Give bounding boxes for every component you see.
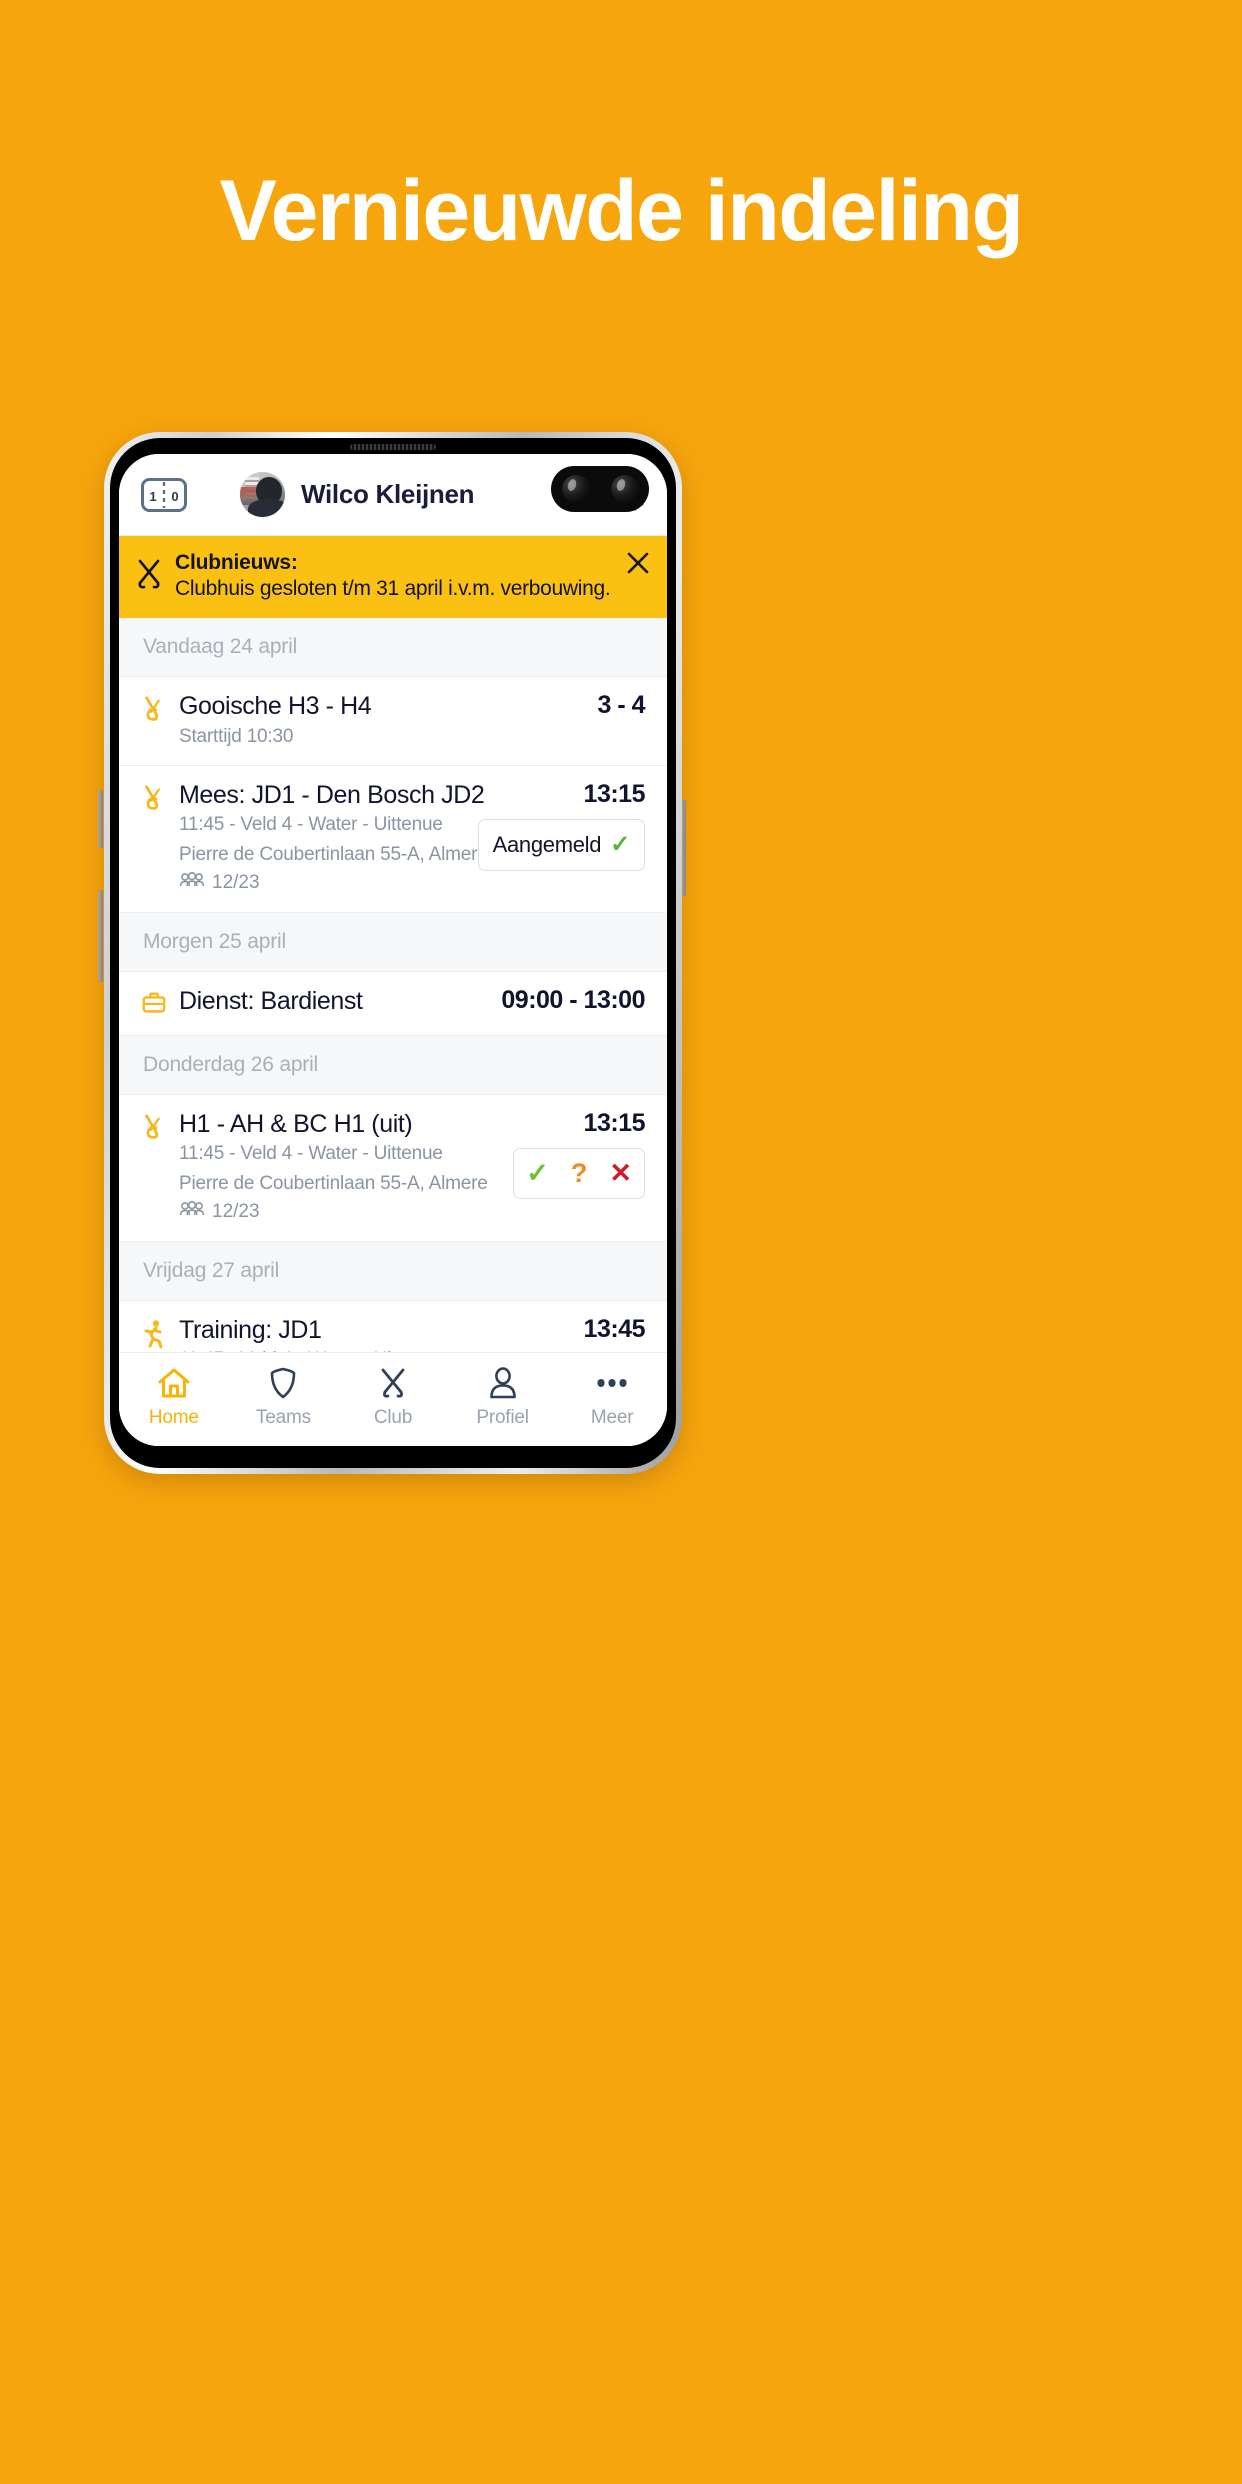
signup-status-button[interactable]: Aangemeld ✓ xyxy=(477,818,645,871)
ellipsis-icon xyxy=(595,1366,629,1400)
home-icon xyxy=(157,1366,191,1400)
agenda-row-main: Gooische H3 - H4 Starttijd 10:30 xyxy=(179,691,527,751)
front-camera-cutout xyxy=(551,466,649,512)
agenda-row-title: Mees: JD1 - Den Bosch JD2 xyxy=(179,780,485,809)
agenda-row[interactable]: Mees: JD1 - Den Bosch JD2 11:45 - Veld 4… xyxy=(119,765,667,913)
event-time: 13:45 xyxy=(583,1314,646,1343)
day-separator: Vandaag 24 april xyxy=(119,618,667,677)
user-name: Wilco Kleijnen xyxy=(301,479,475,509)
club-news-text: Clubnieuws: Clubhuis gesloten t/m 31 apr… xyxy=(175,550,617,601)
tab-meer-label: Meer xyxy=(590,1407,634,1428)
agenda-row-title: H1 - AH & BC H1 (uit) xyxy=(179,1109,413,1138)
agenda-row-subline: 11:45 - Veld 4 - Water - Uittenue xyxy=(179,814,443,836)
poster-canvas: Vernieuwde indeling 1 0 Wilco Kleijnen C… xyxy=(0,0,1242,2484)
day-separator: Vrijdag 27 april xyxy=(119,1241,667,1301)
day-separator: Morgen 25 april xyxy=(119,912,667,972)
crossed-sticks-icon xyxy=(377,1366,409,1400)
phone-button-volume-up xyxy=(98,790,103,848)
phone-screen: 1 0 Wilco Kleijnen Clubnieuws: Clubhuis … xyxy=(119,454,667,1446)
hockey-stick-icon xyxy=(141,691,179,751)
phone-bezel: 1 0 Wilco Kleijnen Clubnieuws: Clubhuis … xyxy=(110,438,676,1468)
tab-home-label: Home xyxy=(148,1407,199,1428)
event-time-range: 09:00 - 13:00 xyxy=(501,985,645,1014)
page-title: Vernieuwde indeling xyxy=(219,163,1025,259)
tab-meer[interactable]: Meer xyxy=(557,1353,667,1442)
tab-profiel-label: Profiel xyxy=(476,1407,529,1428)
tab-teams-label: Teams xyxy=(255,1407,311,1428)
hockey-stick-icon xyxy=(141,1109,179,1227)
app-root: 1 0 Wilco Kleijnen Clubnieuws: Clubhuis … xyxy=(119,454,667,1446)
bottom-navigation: Home Teams Club Profiel Meer xyxy=(119,1352,667,1446)
phone-device: 1 0 Wilco Kleijnen Clubnieuws: Clubhuis … xyxy=(104,432,682,1474)
scoreboard-icon[interactable]: 1 0 xyxy=(141,477,187,512)
agenda-row-right: 3 - 4 xyxy=(527,691,645,751)
agenda-row-main: H1 - AH & BC H1 (uit) 11:45 - Veld 4 - W… xyxy=(179,1109,513,1227)
agenda-row-title: Dienst: Bardienst xyxy=(179,986,363,1015)
available-maybe-icon[interactable]: ? xyxy=(571,1159,588,1187)
agenda-row[interactable]: H1 - AH & BC H1 (uit) 11:45 - Veld 4 - W… xyxy=(119,1094,667,1242)
tab-club[interactable]: Club xyxy=(338,1353,448,1442)
briefcase-icon xyxy=(141,986,179,1021)
earpiece-speaker xyxy=(350,444,436,450)
agenda-row-title: Training: JD1 xyxy=(179,1315,322,1344)
day-separator: Donderdag 26 april xyxy=(119,1035,667,1095)
phone-button-volume-down xyxy=(98,890,103,982)
tab-profiel[interactable]: Profiel xyxy=(448,1353,558,1442)
agenda-row-main: Training: JD1 11:45 - Veld 4 - Water - U… xyxy=(179,1315,478,1352)
agenda-row-subline: Starttijd 10:30 xyxy=(179,725,294,747)
check-icon: ✓ xyxy=(610,830,630,858)
club-news-title: Clubnieuws: xyxy=(175,551,298,575)
hockey-stick-icon xyxy=(141,780,179,898)
club-news-body: Clubhuis gesloten t/m 31 april i.v.m. ve… xyxy=(175,577,611,600)
agenda-row-subline: 11:45 - Veld 4 - Water - Uittenue xyxy=(179,1345,470,1352)
agenda-row[interactable]: Dienst: Bardienst 09:00 - 13:00 xyxy=(119,971,667,1036)
attendance-group: 12/23 xyxy=(179,869,470,898)
agenda-row-main: Mees: JD1 - Den Bosch JD2 11:45 - Veld 4… xyxy=(179,780,488,898)
agenda-row[interactable]: Training: JD1 11:45 - Veld 4 - Water - U… xyxy=(119,1300,667,1352)
match-score: 3 - 4 xyxy=(597,691,645,719)
tab-home[interactable]: Home xyxy=(119,1353,229,1442)
person-icon xyxy=(488,1366,518,1400)
people-icon xyxy=(179,1198,205,1227)
availability-choice-group[interactable]: ✓ ? ✕ xyxy=(513,1147,645,1199)
agenda-row-title: Gooische H3 - H4 xyxy=(179,692,372,720)
agenda-row-subline: Pierre de Coubertinlaan 55-A, Almere xyxy=(179,843,488,865)
shield-icon xyxy=(268,1366,298,1400)
attendance-group: 12/23 xyxy=(179,1198,505,1227)
people-icon xyxy=(179,869,205,898)
attendance-count: 12/23 xyxy=(212,1201,260,1223)
agenda-row-right: 13:45 Aangemeld ✓ xyxy=(478,1314,646,1352)
camera-lens-2 xyxy=(610,475,639,503)
agenda-row-subline: 11:45 - Veld 4 - Water - Uittenue xyxy=(179,1143,443,1165)
svg-text:1: 1 xyxy=(149,489,156,504)
avatar[interactable] xyxy=(240,472,285,517)
crossed-sticks-icon xyxy=(135,557,165,596)
tab-teams[interactable]: Teams xyxy=(229,1353,339,1442)
agenda-list: Vandaag 24 april Gooische H3 - H4 Startt… xyxy=(119,618,667,1352)
camera-lens-1 xyxy=(561,475,590,503)
tab-club-label: Club xyxy=(373,1407,413,1428)
club-news-banner[interactable]: Clubnieuws: Clubhuis gesloten t/m 31 apr… xyxy=(119,536,667,618)
agenda-row-right: 09:00 - 13:00 xyxy=(501,986,645,1021)
svg-text:0: 0 xyxy=(171,489,178,504)
close-icon[interactable] xyxy=(625,550,651,581)
signup-status-label: Aangemeld xyxy=(492,831,602,857)
agenda-row-right: 13:15 Aangemeld ✓ xyxy=(477,779,646,898)
agenda-row-main: Dienst: Bardienst xyxy=(179,986,501,1021)
available-no-icon[interactable]: ✕ xyxy=(609,1159,632,1187)
event-time: 13:15 xyxy=(583,1108,646,1137)
agenda-row-right: 13:15 ✓ ? ✕ xyxy=(513,1108,646,1227)
event-time: 13:15 xyxy=(583,779,646,808)
available-yes-icon[interactable]: ✓ xyxy=(526,1159,549,1187)
attendance-count: 12/23 xyxy=(212,872,260,894)
runner-icon xyxy=(141,1315,179,1352)
agenda-row[interactable]: Gooische H3 - H4 Starttijd 10:30 3 - 4 xyxy=(119,677,667,766)
agenda-row-subline: Pierre de Coubertinlaan 55-A, Almere xyxy=(179,1172,488,1194)
